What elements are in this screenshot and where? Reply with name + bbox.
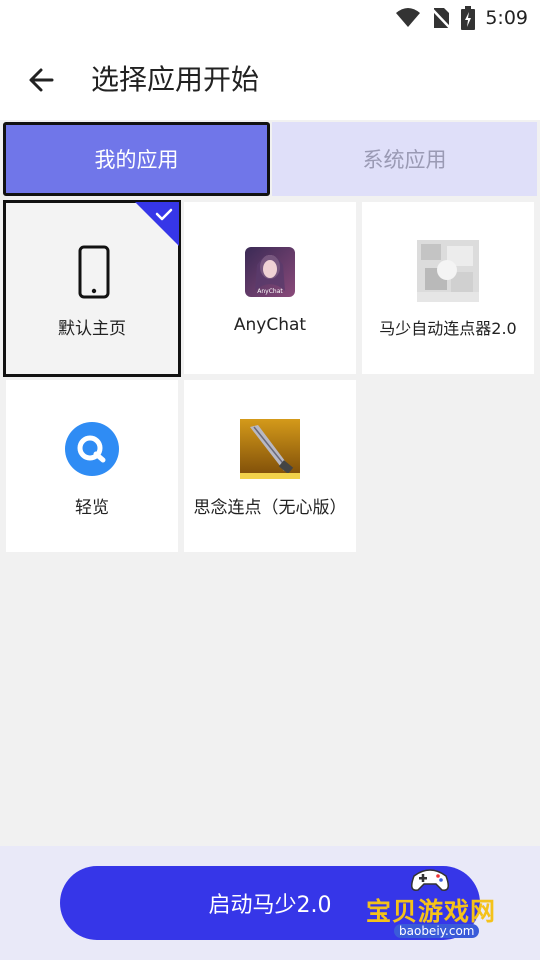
app-label: 思念连点（无心版） bbox=[193, 498, 347, 518]
tab-system-apps[interactable]: 系统应用 bbox=[272, 122, 537, 196]
app-label: AnyChat bbox=[233, 315, 307, 335]
qinglan-app-icon bbox=[65, 422, 119, 476]
tab-label: 我的应用 bbox=[94, 148, 179, 172]
masha-app-icon bbox=[417, 240, 479, 302]
app-card-sinian-clicker[interactable]: 思念连点（无心版） bbox=[184, 380, 356, 552]
phone-icon bbox=[78, 245, 110, 299]
battery-icon bbox=[461, 6, 476, 30]
arrow-left-icon bbox=[29, 68, 54, 92]
app-header: 选择应用开始 bbox=[0, 36, 540, 120]
page-title: 选择应用开始 bbox=[91, 63, 260, 96]
no-sim-icon bbox=[431, 8, 452, 29]
watermark-text: 宝贝游戏网 bbox=[366, 897, 497, 926]
gamepad-icon bbox=[411, 869, 449, 891]
watermark-url: baobeiy.com bbox=[394, 924, 480, 938]
bottom-bar: 启动马少2.0 宝贝游戏网 baobeiy.com bbox=[0, 846, 540, 960]
app-card-qinglan[interactable]: 轻览 bbox=[6, 380, 178, 552]
wifi-icon bbox=[396, 8, 421, 27]
status-time: 5:09 bbox=[485, 7, 528, 29]
app-card-default-home[interactable]: 默认主页 bbox=[3, 200, 181, 377]
tab-bar: 我的应用 系统应用 bbox=[0, 120, 540, 200]
app-label: 轻览 bbox=[75, 498, 109, 518]
sinian-app-icon bbox=[240, 419, 300, 479]
back-button[interactable] bbox=[22, 60, 62, 100]
svg-text:AnyChat: AnyChat bbox=[257, 288, 283, 295]
app-card-anychat[interactable]: AnyChat AnyChat bbox=[184, 202, 356, 374]
anychat-app-icon: AnyChat bbox=[245, 247, 295, 297]
app-label: 默认主页 bbox=[58, 319, 126, 339]
selected-check-icon bbox=[135, 202, 179, 246]
status-bar: 5:09 bbox=[0, 0, 540, 36]
app-label: 马少自动连点器2.0 bbox=[379, 319, 517, 338]
tab-my-apps[interactable]: 我的应用 bbox=[3, 122, 270, 196]
tab-label: 系统应用 bbox=[362, 148, 447, 172]
start-button-label: 启动马少2.0 bbox=[208, 893, 332, 918]
status-icons: 5:09 bbox=[395, 6, 528, 30]
app-card-masha-clicker[interactable]: 马少自动连点器2.0 bbox=[362, 202, 534, 374]
watermark-logo: 宝贝游戏网 baobeiy.com bbox=[364, 864, 514, 944]
